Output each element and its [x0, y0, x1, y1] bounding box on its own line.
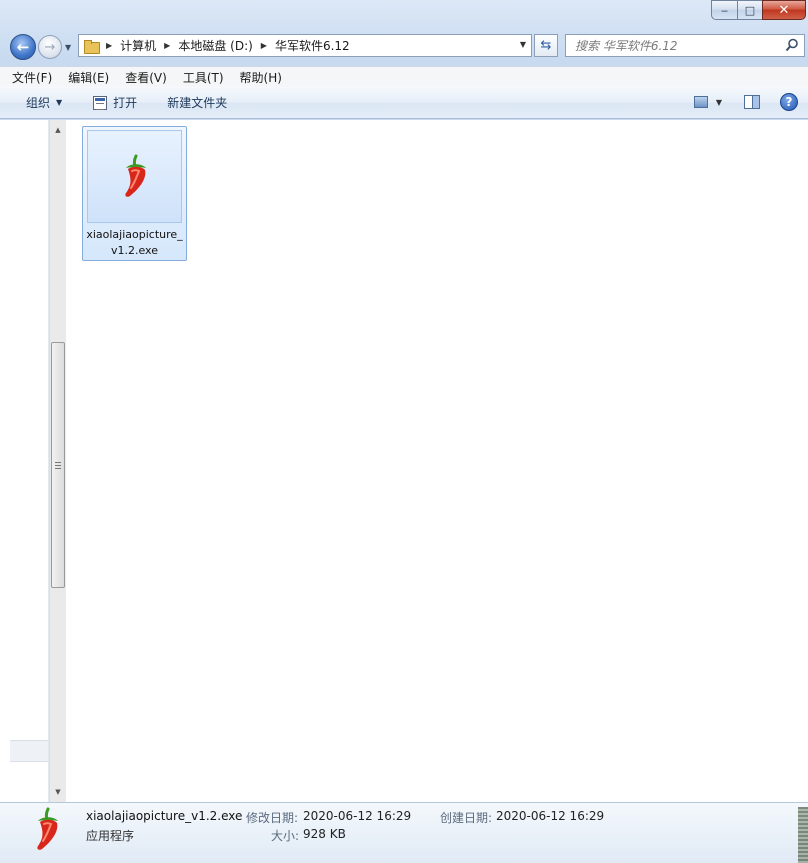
- chili-pepper-icon: [124, 154, 146, 197]
- breadcrumb-current-folder[interactable]: 华军软件6.12: [275, 37, 350, 54]
- details-modified-value: 2020-06-12 16:29: [303, 809, 412, 823]
- help-icon[interactable]: ?: [780, 93, 798, 111]
- folder-icon: [84, 39, 100, 54]
- command-bar: 组织 ▼ 打开 新建文件夹 ▼ ?: [0, 87, 808, 119]
- menu-bar: 文件(F) 编辑(E) 查看(V) 工具(T) 帮助(H): [0, 66, 808, 87]
- chili-pepper-icon: [37, 807, 58, 850]
- chevron-down-icon: ▼: [56, 98, 63, 107]
- forward-button[interactable]: →: [38, 35, 62, 59]
- new-folder-label: 新建文件夹: [167, 96, 228, 110]
- navigation-pane-item[interactable]: [10, 740, 48, 762]
- breadcrumb-local-disk[interactable]: 本地磁盘 (D:): [178, 37, 252, 54]
- open-button[interactable]: 打开: [93, 94, 137, 111]
- menu-tools[interactable]: 工具(T): [183, 69, 224, 86]
- details-modified-label: 修改日期:: [246, 811, 299, 825]
- details-created-label: 创建日期:: [440, 811, 493, 825]
- change-view-icon[interactable]: [693, 96, 708, 108]
- menu-file[interactable]: 文件(F): [12, 69, 52, 86]
- grip-icon: [55, 461, 61, 469]
- arrow-left-icon: ←: [16, 38, 30, 56]
- maximize-button[interactable]: □: [737, 0, 762, 20]
- back-button[interactable]: ←: [10, 34, 36, 60]
- explorer-window: ‒ □ ✕ ← → ▼ ▶ 计算机 ▶ 本地磁盘 (D:) ▶ 华军软件6.12…: [0, 0, 808, 863]
- details-size-label: 大小:: [271, 829, 300, 843]
- preview-pane-icon[interactable]: [744, 95, 760, 109]
- organize-button[interactable]: 组织 ▼: [26, 94, 62, 111]
- breadcrumb-separator-icon[interactable]: ▶: [106, 41, 112, 50]
- breadcrumb-separator-icon[interactable]: ▶: [164, 41, 170, 50]
- organize-label: 组织: [26, 96, 51, 110]
- details-created-value: 2020-06-12 16:29: [496, 809, 605, 823]
- search-input[interactable]: [575, 38, 785, 53]
- search-box[interactable]: [565, 34, 805, 57]
- minimize-button[interactable]: ‒: [711, 0, 737, 20]
- arrow-right-icon: →: [44, 39, 56, 55]
- open-label: 打开: [113, 96, 138, 110]
- scroll-down-arrow-icon[interactable]: ▼: [50, 784, 66, 800]
- address-history-dropdown[interactable]: ▼: [520, 40, 526, 49]
- close-button[interactable]: ✕: [762, 0, 806, 20]
- open-window-icon: [93, 95, 108, 110]
- file-thumbnail: [87, 130, 182, 223]
- details-file-type: 应用程序: [86, 829, 135, 843]
- scroll-up-arrow-icon[interactable]: ▲: [50, 122, 66, 138]
- recent-pages-dropdown[interactable]: ▼: [65, 43, 71, 52]
- details-size-value: 928 KB: [303, 827, 346, 841]
- navigation-pane[interactable]: [0, 120, 49, 802]
- menu-help[interactable]: 帮助(H): [240, 69, 282, 86]
- view-controls: ▼ ?: [693, 93, 798, 111]
- address-bar[interactable]: ▶ 计算机 ▶ 本地磁盘 (D:) ▶ 华军软件6.12 ▼: [78, 34, 532, 57]
- scrollbar-thumb[interactable]: [51, 342, 65, 588]
- navigation-pane-scrollbar[interactable]: ▲ ▼: [49, 120, 66, 802]
- caption-buttons: ‒ □ ✕: [711, 0, 806, 20]
- refresh-icon: ⇆: [540, 38, 552, 53]
- view-options-dropdown[interactable]: ▼: [716, 98, 722, 107]
- file-item[interactable]: xiaolajiaopicture_v1.2.exe: [82, 126, 187, 261]
- menu-edit[interactable]: 编辑(E): [68, 69, 109, 86]
- new-folder-button[interactable]: 新建文件夹: [167, 94, 227, 111]
- breadcrumb-computer[interactable]: 计算机: [120, 37, 156, 54]
- file-list-view[interactable]: xiaolajiaopicture_v1.2.exe: [66, 120, 808, 802]
- search-icon[interactable]: [785, 38, 799, 52]
- resize-grip[interactable]: [798, 807, 808, 863]
- menu-view[interactable]: 查看(V): [125, 69, 167, 86]
- details-file-name: xiaolajiaopicture_v1.2.exe: [86, 809, 243, 823]
- file-name: xiaolajiaopicture_v1.2.exe: [86, 228, 183, 257]
- breadcrumb-separator-icon[interactable]: ▶: [261, 41, 267, 50]
- details-pane: xiaolajiaopicture_v1.2.exe 应用程序 修改日期: 20…: [0, 802, 808, 863]
- refresh-button[interactable]: ⇆: [534, 34, 558, 57]
